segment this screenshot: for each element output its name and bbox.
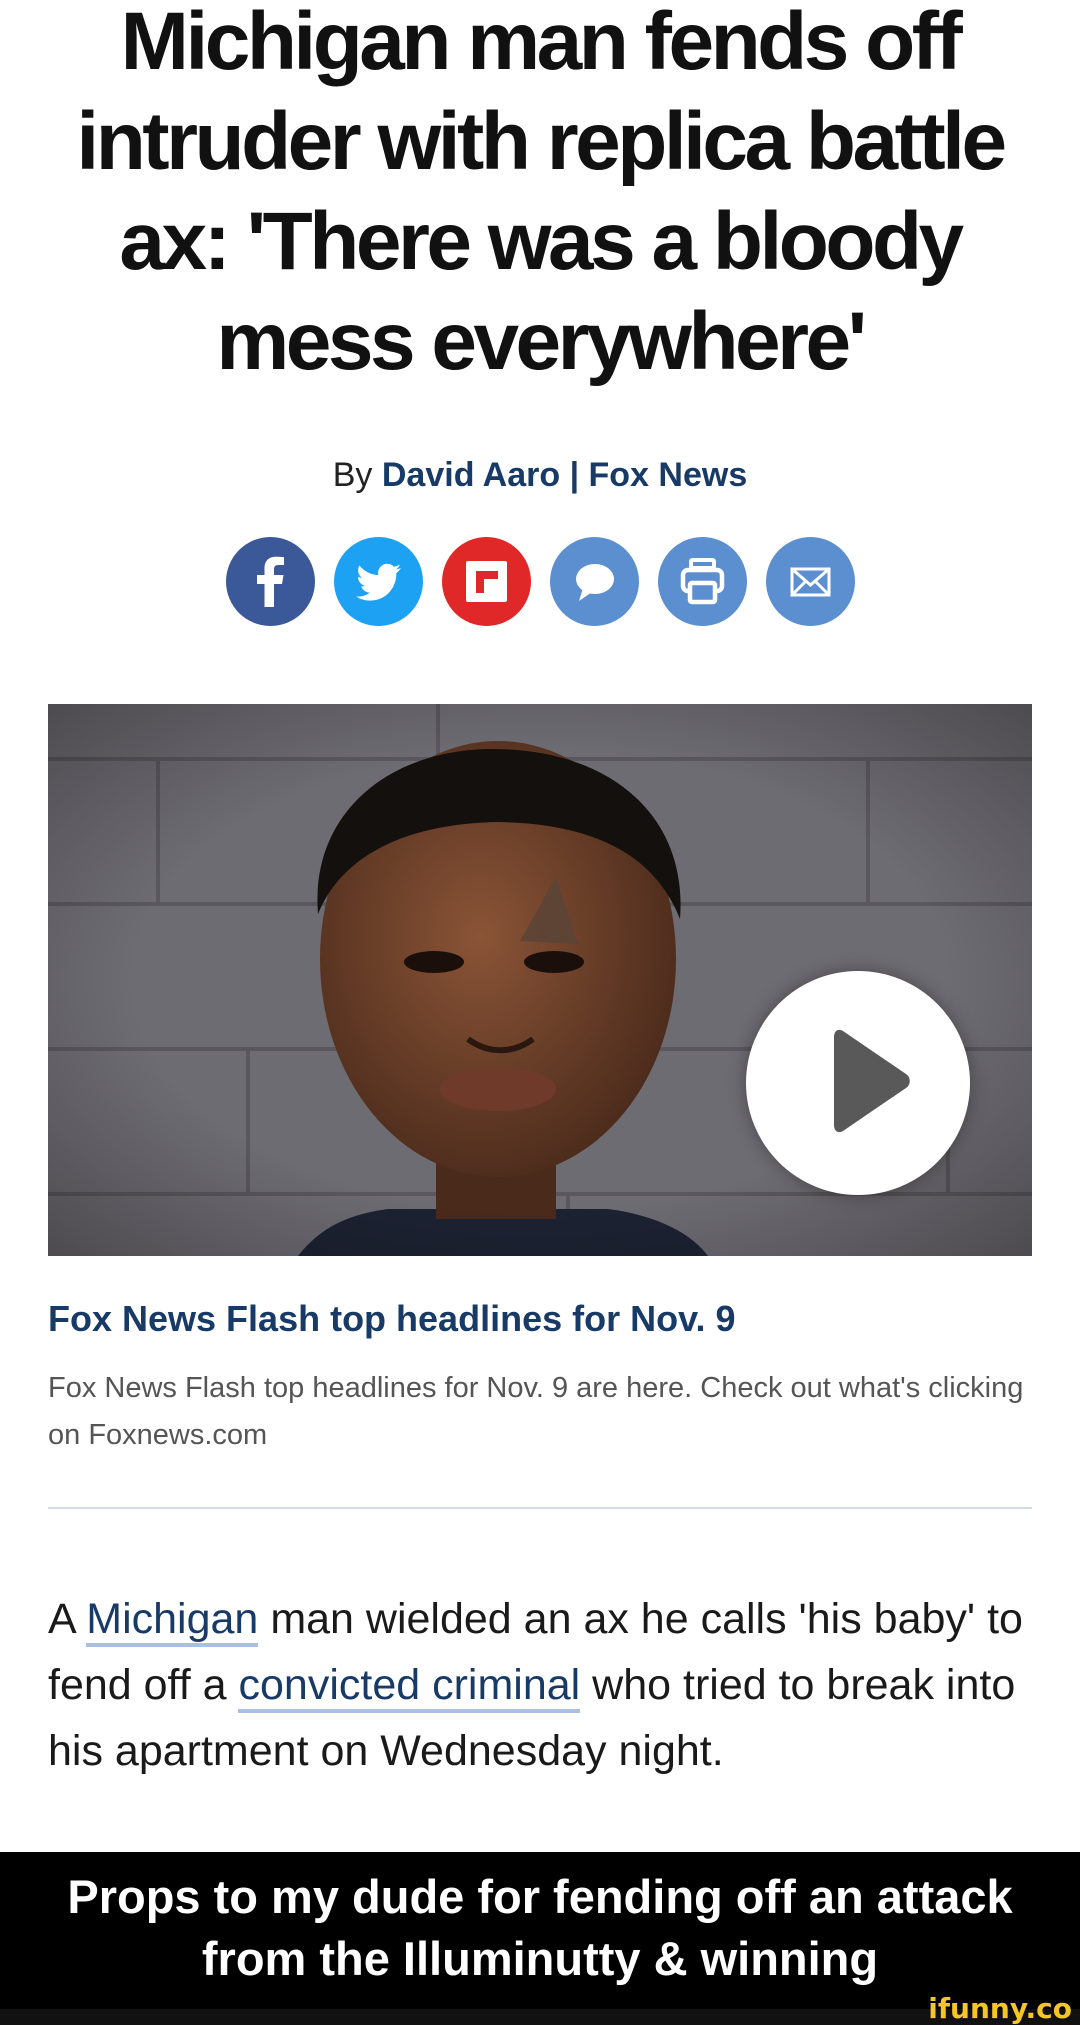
comments-button[interactable]	[549, 537, 639, 626]
body-text-start: A	[48, 1595, 75, 1643]
twitter-bird-icon	[355, 563, 401, 601]
share-bar	[0, 537, 1080, 626]
email-button[interactable]	[765, 537, 855, 626]
speech-bubble-icon	[575, 564, 614, 601]
source-link[interactable]: Fox News	[589, 456, 748, 494]
facebook-icon	[256, 556, 284, 607]
divider	[48, 1507, 1032, 1509]
ifunny-watermark: ifunny.co	[928, 1992, 1072, 2025]
flipboard-icon	[465, 561, 507, 602]
article-headline: Michigan man fends off intruder with rep…	[76, 0, 1007, 387]
caption-line-2: from the Illuminutty & winning	[201, 1932, 879, 1985]
byline-separator: |	[569, 456, 580, 494]
video-description: Fox News Flash top headlines for Nov. 9 …	[48, 1372, 1024, 1451]
meme-caption: Props to my dude for fending off an atta…	[0, 1852, 1080, 2009]
byline: By David Aaro | Fox News	[0, 456, 1080, 495]
twitter-share-button[interactable]	[333, 537, 423, 626]
author-link[interactable]: David Aaro	[382, 456, 560, 494]
bottom-strip	[0, 2009, 1080, 2025]
play-button[interactable]	[746, 971, 970, 1195]
michigan-link[interactable]: Michigan	[86, 1595, 259, 1647]
article-body-paragraph: A Michigan man wielded an ax he calls 'h…	[48, 1586, 1048, 1784]
caption-line-1: Props to my dude for fending off an atta…	[67, 1870, 1013, 1923]
play-icon	[834, 1029, 910, 1133]
printer-icon	[680, 558, 724, 605]
flipboard-share-button[interactable]	[441, 537, 531, 626]
print-button[interactable]	[657, 537, 747, 626]
facebook-share-button[interactable]	[225, 537, 315, 626]
byline-prefix: By	[332, 456, 373, 494]
envelope-icon	[790, 567, 830, 597]
video-title[interactable]: Fox News Flash top headlines for Nov. 9	[48, 1298, 735, 1340]
convicted-criminal-link[interactable]: convicted criminal	[238, 1661, 581, 1713]
video-player[interactable]	[48, 704, 1032, 1256]
